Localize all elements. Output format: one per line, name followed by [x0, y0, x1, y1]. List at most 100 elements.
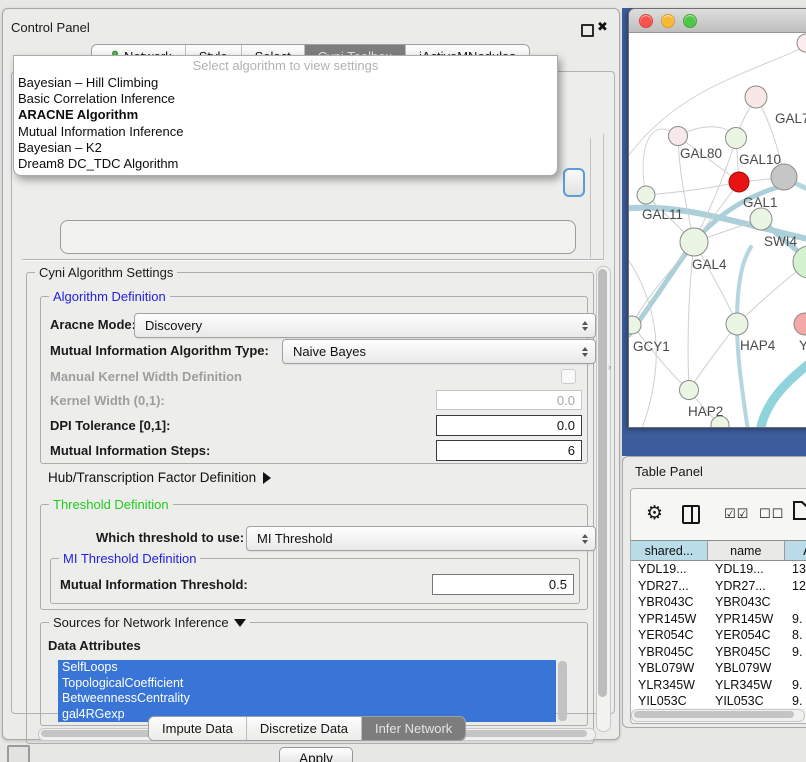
table-row[interactable]: YER054CYER054C8. — [631, 627, 806, 644]
gear-icon[interactable]: ⚙ — [646, 502, 663, 525]
column-header-name[interactable]: name — [708, 541, 785, 560]
network-node-gal1[interactable] — [729, 172, 749, 192]
table-cell: YBL079W — [631, 661, 708, 675]
dropdown-prompt: Select algorithm to view settings — [14, 56, 557, 75]
apply-button[interactable]: Apply — [279, 747, 353, 762]
algorithm-option-bayesian-k2[interactable]: Bayesian – K2 — [14, 140, 557, 156]
mi-type-combo[interactable]: Naive Bayes — [282, 339, 596, 364]
network-node-gal7[interactable] — [745, 86, 767, 108]
network-node-gal4[interactable] — [680, 228, 708, 256]
network-node-swi4[interactable] — [750, 208, 772, 230]
tab-impute-data[interactable]: Impute Data — [149, 717, 247, 740]
mi-steps-input[interactable] — [436, 440, 582, 461]
hub-tf-definition-expander[interactable]: Hub/Transcription Factor Definition — [48, 470, 271, 485]
attribute-item-betweennesscentrality[interactable]: BetweennessCentrality — [58, 691, 556, 707]
control-panel: Control Panel ✖ NetworkStyleSelectCyni T… — [2, 8, 620, 740]
network-node-gal80[interactable] — [669, 127, 688, 146]
float-panel-icon[interactable] — [581, 24, 594, 37]
new-table-icon[interactable] — [793, 501, 806, 520]
network-edge[interactable] — [632, 325, 689, 390]
table-row[interactable]: YIL053CYIL053C9. — [631, 693, 806, 708]
background-combo-fragment — [60, 220, 576, 254]
network-edge[interactable] — [760, 359, 806, 427]
table-cell: YBR045C — [708, 645, 785, 659]
network-window-titlebar[interactable] — [629, 9, 806, 33]
kernel-width-label: Kernel Width (0,1): — [50, 393, 165, 408]
network-graph-canvas[interactable]: GAL7GAL80GAL10GAL1GAL11SWI4GAL4GCY1HAP4Y… — [629, 33, 806, 427]
attributes-list-scrollbar[interactable] — [558, 661, 567, 721]
algorithm-option-bayesian-hill-climbing[interactable]: Bayesian – Hill Climbing — [14, 75, 557, 91]
group-title: MI Threshold Definition — [59, 551, 200, 566]
node-label-swi4: SWI4 — [764, 234, 797, 249]
table-cell: 9. — [785, 678, 806, 692]
panel-grip-icon[interactable] — [7, 745, 30, 762]
which-threshold-combo[interactable]: MI Threshold — [246, 526, 596, 551]
network-node-hap4[interactable] — [726, 313, 748, 335]
split-view-icon[interactable] — [682, 505, 700, 524]
attribute-item-selfloops[interactable]: SelfLoops — [58, 660, 556, 676]
table-row[interactable]: YBR043CYBR043C — [631, 594, 806, 611]
network-view-window[interactable]: GAL7GAL80GAL10GAL1GAL11SWI4GAL4GCY1HAP4Y… — [628, 8, 806, 428]
dpi-tolerance-label: DPI Tolerance [0,1]: — [50, 418, 170, 433]
algorithm-option-mutual-information-inference[interactable]: Mutual Information Inference — [14, 124, 557, 140]
network-node-y[interactable] — [794, 313, 806, 335]
checked-columns-icon[interactable]: ☑☑ — [724, 506, 749, 522]
which-threshold-label: Which threshold to use: — [96, 530, 244, 545]
panel-resize-handle-icon[interactable]: › — [608, 362, 611, 372]
zoom-window-icon[interactable] — [683, 14, 697, 28]
close-panel-icon[interactable]: ✖ — [597, 19, 608, 35]
dpi-tolerance-input[interactable] — [436, 415, 582, 436]
table-row[interactable]: YLR345WYLR345W9. — [631, 677, 806, 694]
scrollbar-thumb[interactable] — [598, 269, 607, 697]
table-cell: YDL19... — [708, 562, 785, 576]
table-cell: 8. — [785, 628, 806, 642]
network-edge[interactable] — [629, 45, 806, 155]
network-node-gal11[interactable] — [637, 186, 655, 204]
table-row[interactable]: YBL079WYBL079W — [631, 660, 806, 677]
aracne-mode-label: Aracne Mode: — [50, 317, 136, 332]
attribute-item-topologicalcoefficient[interactable]: TopologicalCoefficient — [58, 676, 556, 692]
tab-infer-network[interactable]: Infer Network — [362, 717, 465, 740]
node-label-gal4: GAL4 — [692, 257, 727, 272]
settings-vertical-scrollbar[interactable] — [596, 266, 611, 732]
algorithm-option-basic-correlation-inference[interactable]: Basic Correlation Inference — [14, 91, 557, 107]
group-title: Threshold Definition — [49, 497, 173, 512]
manual-kernel-checkbox[interactable] — [561, 369, 576, 384]
tab-discretize-data[interactable]: Discretize Data — [247, 717, 362, 740]
hub-tf-definition-label: Hub/Transcription Factor Definition — [48, 470, 256, 485]
network-edge[interactable] — [737, 247, 751, 427]
aracne-mode-combo[interactable]: Discovery — [134, 313, 596, 338]
table-cell: YDR27... — [631, 579, 708, 593]
network-edge[interactable] — [646, 182, 739, 195]
table-row[interactable]: YDR27...YDR27...12 — [631, 578, 806, 595]
sources-title: Sources for Network Inference — [53, 615, 229, 630]
network-node-gal10[interactable] — [726, 128, 747, 149]
unchecked-columns-icon[interactable]: ☐☐ — [759, 506, 784, 522]
table-cell: 12 — [785, 579, 806, 593]
network-node-hap2[interactable] — [680, 381, 699, 400]
minimize-window-icon[interactable] — [661, 14, 675, 28]
group-title: Cyni Algorithm Settings — [35, 265, 177, 280]
table-cell: 13 — [785, 562, 806, 576]
table-cell: 9. — [785, 612, 806, 626]
network-edge[interactable] — [689, 324, 737, 390]
scrollbar-thumb[interactable] — [634, 711, 794, 718]
algorithm-option-dream8-dc-tdc-algorithm[interactable]: Dream8 DC_TDC Algorithm — [14, 156, 557, 172]
table-row[interactable]: YBR045CYBR045C9. — [631, 644, 806, 661]
close-window-icon[interactable] — [639, 14, 653, 28]
network-node[interactable] — [771, 164, 797, 190]
sources-collapse-header[interactable]: Sources for Network Inference — [49, 615, 250, 630]
column-header-a[interactable]: A — [785, 541, 806, 560]
node-attribute-table: shared...nameAYDL19...YDL19...13YDR27...… — [631, 540, 806, 708]
mi-threshold-input[interactable] — [432, 574, 574, 595]
table-row[interactable]: YDL19...YDL19...13 — [631, 561, 806, 578]
mi-steps-label: Mutual Information Steps: — [50, 443, 210, 458]
table-cell: YER054C — [631, 628, 708, 642]
column-header-shared-[interactable]: shared... — [631, 541, 708, 560]
algorithm-option-aracne-algorithm[interactable]: ARACNE Algorithm — [14, 107, 557, 123]
table-row[interactable]: YPR145WYPR145W9. — [631, 611, 806, 628]
mi-type-label: Mutual Information Algorithm Type: — [50, 343, 269, 358]
group-title: Algorithm Definition — [49, 289, 170, 304]
table-horizontal-scrollbar[interactable] — [631, 709, 805, 722]
kernel-width-input[interactable] — [436, 390, 582, 410]
